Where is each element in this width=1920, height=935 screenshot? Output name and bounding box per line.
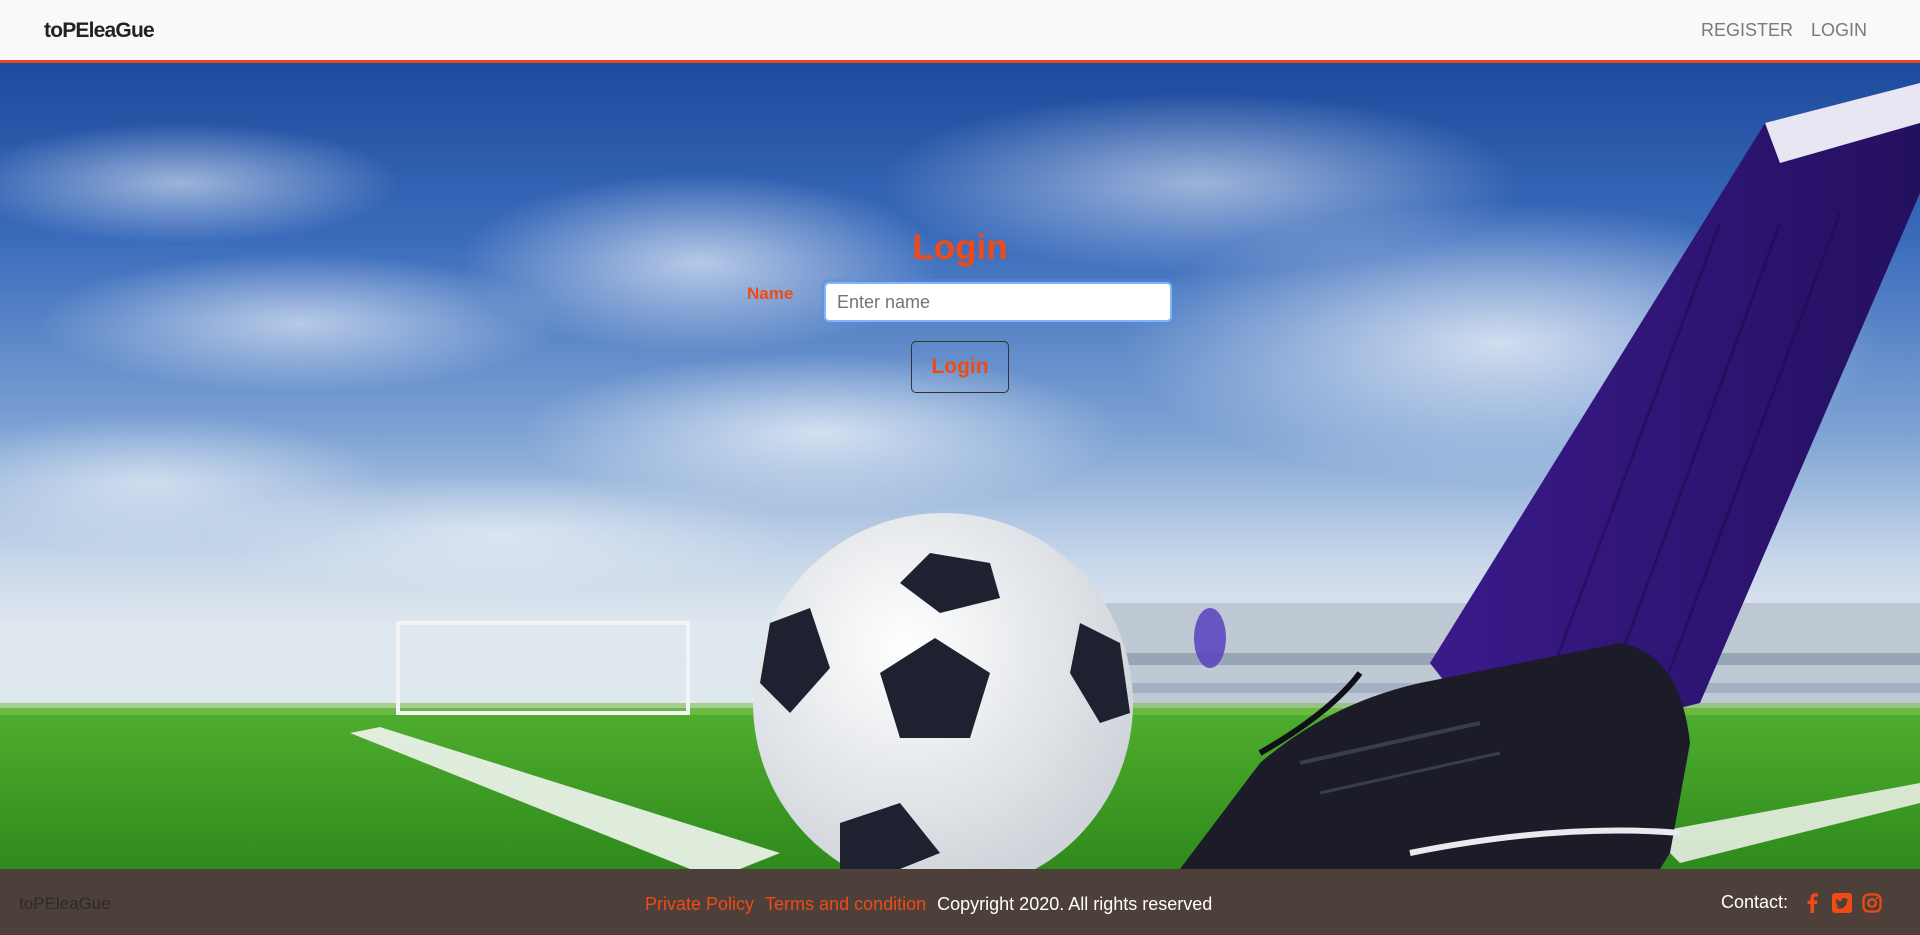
hero-background	[0, 63, 1920, 869]
login-title: Login	[912, 228, 1008, 267]
nav-register-link[interactable]: REGISTER	[1701, 20, 1793, 41]
name-label: Name	[747, 284, 794, 303]
nav-links: REGISTER LOGIN	[1701, 20, 1867, 41]
footer-brand: toPEleaGue	[19, 894, 111, 913]
footer-links: Private Policy Terms and condition Copyr…	[645, 894, 1212, 915]
instagram-icon[interactable]	[1862, 892, 1882, 913]
copyright-text: Copyright 2020. All rights reserved	[937, 894, 1213, 914]
privacy-policy-link[interactable]: Private Policy	[645, 894, 754, 915]
terms-link[interactable]: Terms and condition	[765, 894, 926, 915]
footer: toPEleaGue Private Policy Terms and cond…	[0, 869, 1920, 935]
brand-logo[interactable]: toPEleaGue	[44, 19, 155, 43]
footer-contact: Contact:	[1721, 892, 1882, 913]
stadium-scene-image	[0, 83, 1920, 869]
name-input[interactable]	[824, 282, 1172, 322]
navbar: toPEleaGue REGISTER LOGIN	[0, 0, 1920, 63]
twitter-icon[interactable]	[1832, 892, 1852, 913]
contact-label: Contact:	[1720, 892, 1788, 912]
facebook-icon[interactable]	[1802, 892, 1822, 913]
nav-login-link[interactable]: LOGIN	[1811, 20, 1867, 41]
login-button[interactable]: Login	[911, 341, 1009, 393]
